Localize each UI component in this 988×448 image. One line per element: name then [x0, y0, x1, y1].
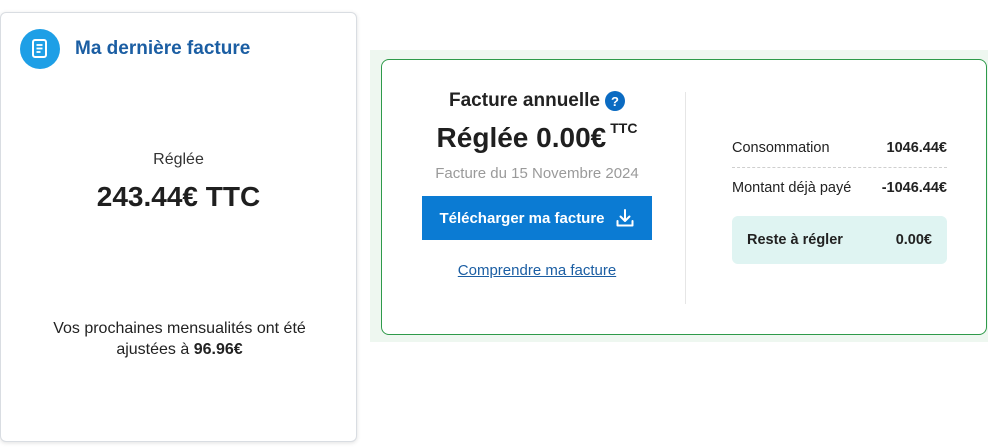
already-paid-row: Montant déjà payé -1046.44€ [732, 168, 947, 208]
installment-note: Vos prochaines mensualités ont été ajust… [31, 318, 328, 360]
already-paid-label: Montant déjà payé [732, 180, 852, 196]
remaining-value: 0.00€ [895, 232, 932, 248]
installment-note-text: Vos prochaines mensualités ont été ajust… [53, 320, 306, 358]
annual-paid-status: Réglée 0.00€ TTC [422, 120, 652, 154]
annual-invoice-title: Facture annuelle [449, 90, 600, 111]
annual-invoice-date: Facture du 15 Novembre 2024 [435, 165, 639, 182]
last-invoice-title: Ma dernière facture [75, 38, 251, 59]
annual-invoice-heading: Facture annuelle ? [449, 90, 625, 112]
last-invoice-status: Réglée [153, 151, 204, 168]
last-invoice-card: Ma dernière facture Réglée 243.44€ TTC V… [0, 12, 357, 442]
annual-invoice-main: Facture annuelle ? Réglée 0.00€ TTC Factu… [422, 90, 652, 280]
remaining-row: Reste à régler 0.00€ [732, 216, 947, 264]
consumption-label: Consommation [732, 140, 830, 156]
already-paid-value: -1046.44€ [881, 180, 947, 196]
last-invoice-amount: 243.44€ TTC [96, 181, 261, 212]
document-icon [20, 29, 60, 69]
annual-invoice-card: Facture annuelle ? Réglée 0.00€ TTC Factu… [381, 59, 987, 335]
download-icon [616, 209, 634, 227]
column-divider [685, 92, 686, 304]
remaining-label: Reste à régler [747, 232, 843, 248]
installment-amount: 96.96€ [193, 341, 243, 358]
understand-invoice-link[interactable]: Comprendre ma facture [458, 262, 616, 279]
annual-invoice-panel: Facture annuelle ? Réglée 0.00€ TTC Factu… [370, 50, 988, 342]
last-invoice-header: Ma dernière facture [20, 29, 250, 69]
annual-paid-suffix: TTC [610, 120, 638, 136]
consumption-row: Consommation 1046.44€ [732, 138, 947, 168]
annual-paid-amount: Réglée 0.00€ [436, 122, 607, 153]
question-icon[interactable]: ? [605, 91, 625, 111]
consumption-value: 1046.44€ [886, 140, 947, 156]
invoice-summary: Consommation 1046.44€ Montant déjà payé … [732, 138, 947, 264]
download-invoice-button[interactable]: Télécharger ma facture [422, 196, 652, 240]
download-invoice-label: Télécharger ma facture [439, 209, 605, 227]
